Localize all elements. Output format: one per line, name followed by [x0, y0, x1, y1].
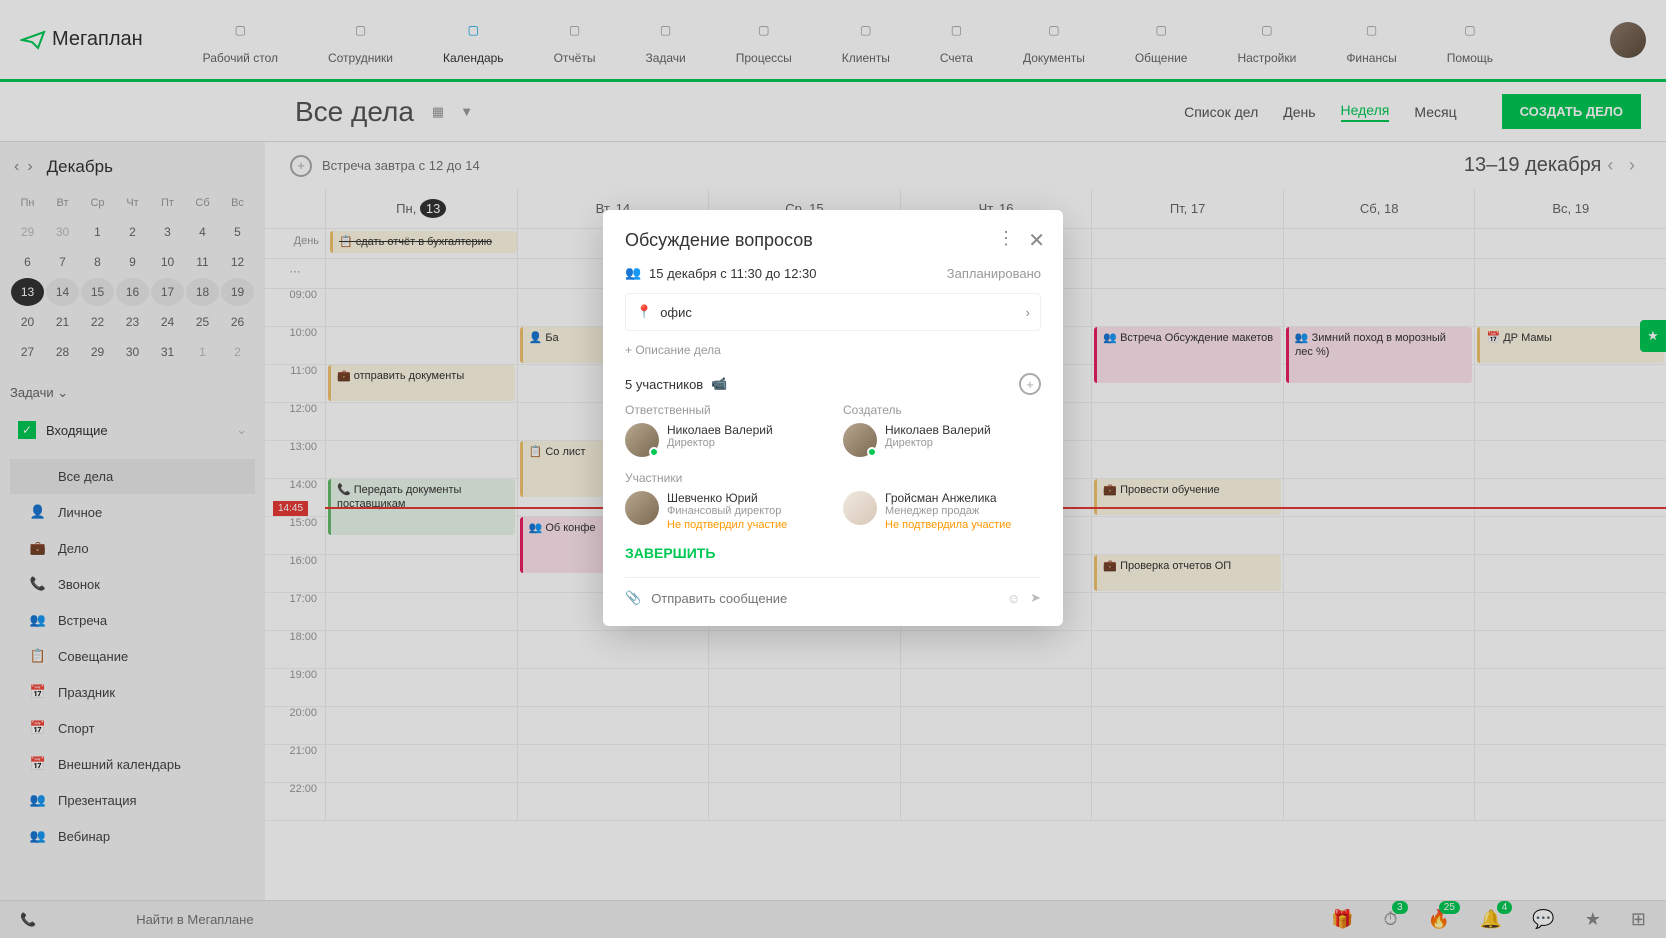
send-icon[interactable]: ➤ [1030, 590, 1041, 606]
modal-status: Запланировано [947, 266, 1041, 281]
modal-datetime: 15 декабря с 11:30 до 12:30 [649, 266, 817, 281]
responsible-label: Ответственный [625, 403, 823, 417]
responsible-person[interactable]: Николаев ВалерийДиректор [625, 423, 823, 457]
chevron-right-icon: › [1026, 305, 1030, 320]
creator-label: Создатель [843, 403, 1041, 417]
location-field[interactable]: 📍 офис › [625, 293, 1041, 331]
close-icon[interactable]: ✕ [1028, 228, 1045, 253]
video-icon[interactable]: 📹 [711, 376, 727, 392]
add-participant-button[interactable]: + [1019, 373, 1041, 395]
attach-icon[interactable]: 📎 [625, 590, 641, 606]
creator-person[interactable]: Николаев ВалерийДиректор [843, 423, 1041, 457]
modal-title: Обсуждение вопросов [625, 230, 1041, 251]
add-description[interactable]: + Описание дела [625, 343, 1041, 357]
member-person[interactable]: Шевченко ЮрийФинансовый директорНе подтв… [625, 491, 823, 531]
message-input[interactable] [651, 591, 997, 606]
members-label: Участники [625, 471, 1041, 485]
member-person[interactable]: Гройсман АнжеликаМенеджер продажНе подтв… [843, 491, 1041, 531]
pin-icon: 📍 [636, 304, 652, 320]
participants-count: 5 участников [625, 377, 703, 392]
more-icon[interactable]: ⋮ [997, 228, 1015, 249]
complete-button[interactable]: ЗАВЕРШИТЬ [625, 545, 1041, 561]
emoji-icon[interactable]: ☺ [1007, 591, 1020, 606]
event-modal: ⋮ ✕ Обсуждение вопросов 👥 15 декабря с 1… [603, 210, 1063, 626]
location-text: офис [660, 305, 692, 320]
modal-overlay[interactable]: ⋮ ✕ Обсуждение вопросов 👥 15 декабря с 1… [0, 0, 1666, 938]
people-icon: 👥 [625, 265, 649, 281]
